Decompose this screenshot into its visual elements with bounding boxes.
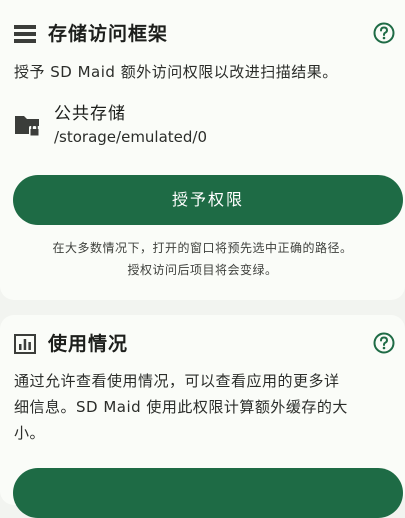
folder-lock-icon	[15, 116, 40, 136]
hint-line-1: 在大多数情况下，打开的窗口将预先选中正确的路径。	[52, 241, 353, 255]
storage-path: /storage/emulated/0	[54, 128, 208, 146]
usage-description-line-1: 通过允许查看使用情况，可以查看应用的更多详	[14, 372, 340, 390]
help-icon[interactable]	[373, 22, 395, 44]
usage-description-line-3: 小。	[14, 424, 46, 442]
usage-stats-header: 使用情况	[14, 332, 395, 356]
storage-name: 公共存储	[54, 104, 126, 124]
usage-stats-card: 使用情况 通过允许查看使用情况，可以查看应用的更多详 细信息。SD Maid 使…	[0, 315, 405, 518]
bar-chart-icon	[14, 334, 36, 354]
storage-access-card: 存储访问框架 授予 SD Maid 额外访问权限以改进扫描结果。 公共存储 /s…	[0, 0, 405, 300]
grant-permission-button[interactable]: 授予权限	[13, 175, 403, 225]
card-title: 存储访问框架	[48, 23, 169, 45]
card-description: 授予 SD Maid 额外访问权限以改进扫描结果。	[14, 63, 338, 81]
card-title: 使用情况	[48, 333, 129, 355]
help-icon[interactable]	[373, 332, 395, 354]
storage-location-row[interactable]: 公共存储 /storage/emulated/0	[14, 103, 384, 149]
usage-description-line-2: 细信息。SD Maid 使用此权限计算额外缓存的大	[14, 398, 348, 416]
usage-grant-button[interactable]	[13, 468, 403, 518]
hint-line-2: 授权访问后项目将会变绿。	[127, 263, 278, 277]
storage-access-header: 存储访问框架	[14, 22, 395, 46]
list-icon	[14, 25, 36, 43]
